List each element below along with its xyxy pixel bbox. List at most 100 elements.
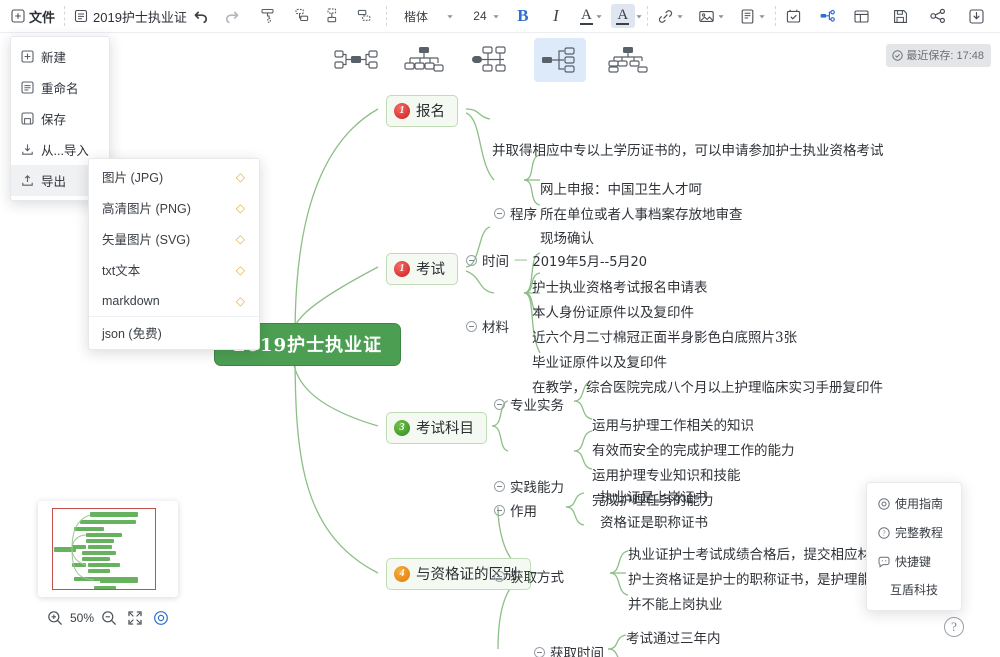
redo-button[interactable] bbox=[220, 4, 244, 28]
status-badge: 最近保存: 17:48 bbox=[886, 44, 991, 67]
collapse-toggle-icon[interactable] bbox=[494, 398, 505, 410]
mid-node-label: 作用 bbox=[510, 504, 537, 520]
leaf-node[interactable]: 有效而安全的完成护理工作的能力 bbox=[592, 439, 795, 459]
leaf-node[interactable]: 本人身份证原件以及复印件 bbox=[532, 301, 694, 321]
zoom-in-icon bbox=[47, 610, 63, 626]
document-name-button[interactable]: 2019护士执业证 bbox=[71, 4, 190, 28]
leaf-node[interactable]: 在教学，综合医院完成八个月以上护理临床实习手册复印件 bbox=[532, 376, 883, 396]
collapse-toggle-icon[interactable] bbox=[494, 570, 505, 582]
font-family-select[interactable]: 楷体 ▾ bbox=[393, 4, 455, 28]
task-button[interactable] bbox=[782, 4, 806, 28]
font-size-select[interactable]: 24 ▾ bbox=[467, 4, 501, 28]
collapse-toggle-icon[interactable] bbox=[466, 254, 477, 266]
export-item-markdown[interactable]: markdown ◇ bbox=[89, 285, 259, 316]
fit-screen-button[interactable] bbox=[124, 607, 146, 629]
italic-button[interactable]: I bbox=[544, 4, 568, 28]
highlight-color-button[interactable]: A bbox=[610, 4, 635, 28]
summary-frame-button[interactable] bbox=[850, 4, 874, 28]
minimap-viewport-frame[interactable] bbox=[52, 508, 156, 590]
file-menu-item-new[interactable]: 新建 bbox=[11, 41, 109, 72]
leaf-node[interactable]: 2019年5月--5月20 bbox=[533, 251, 648, 270]
file-menu-button[interactable]: 文件 bbox=[8, 4, 58, 28]
file-menu-item-save[interactable]: 保存 bbox=[11, 103, 109, 134]
toggle-minimap-button[interactable] bbox=[150, 607, 172, 629]
mid-node-zhuanyeshiwu[interactable]: 专业实务 bbox=[494, 394, 564, 414]
mid-node-shijiannengli[interactable]: 实践能力 bbox=[494, 476, 564, 496]
collapse-toggle-icon[interactable] bbox=[466, 320, 477, 332]
mid-node-zuoyong[interactable]: 作用 bbox=[494, 500, 537, 520]
leaf-node[interactable]: 网上申报：中国卫生人才呵 bbox=[540, 178, 702, 198]
download-button[interactable] bbox=[964, 4, 988, 28]
file-menu-item-rename[interactable]: 重命名 bbox=[11, 72, 109, 103]
chevron-down-icon: ▾ bbox=[596, 12, 602, 20]
collapse-toggle-icon[interactable] bbox=[494, 480, 505, 492]
mid-node-cailiao[interactable]: 材料 bbox=[466, 316, 509, 336]
mid-node-huoqufangshi[interactable]: 获取方式 bbox=[494, 566, 564, 586]
mindmap-app-window: 文件 2019护士执业证 楷体 ▾ 24 ▾ B I A ▾ A ▾ ▾ ▾ ▾… bbox=[0, 0, 1000, 657]
layout-org-chart-split-button[interactable] bbox=[602, 38, 654, 82]
collapse-toggle-icon[interactable] bbox=[494, 207, 505, 219]
help-label-tutorial: 完整教程 bbox=[895, 526, 944, 540]
export-item-png[interactable]: 高清图片 (PNG) ◇ bbox=[89, 192, 259, 223]
leaf-node[interactable]: 运用与护理工作相关的知识 bbox=[592, 414, 754, 434]
leaf-node[interactable]: 近六个月二寸棉冠正面半身影色白底照片3张 bbox=[532, 326, 797, 346]
leaf-node[interactable]: 运用护理专业知识和技能 bbox=[592, 464, 741, 484]
insert-link-button[interactable]: ▾ bbox=[654, 4, 685, 28]
help-fab-button[interactable]: ? bbox=[944, 617, 964, 637]
layout-tree-up-button[interactable] bbox=[466, 38, 518, 82]
chevron-down-icon: ▾ bbox=[759, 12, 765, 20]
branch-node-baoming[interactable]: 1 报名 bbox=[386, 95, 458, 127]
branch-node-kaoshikemu[interactable]: 3 考试科目 bbox=[386, 412, 487, 444]
status-badge-1: 1 bbox=[394, 260, 410, 277]
zoom-in-button[interactable] bbox=[44, 607, 66, 629]
leaf-node[interactable]: 并取得相应中专以上学历证书的，可以申请参加护士执业资格考试 bbox=[492, 139, 884, 159]
insert-image-button[interactable]: ▾ bbox=[695, 4, 726, 28]
help-brand-label[interactable]: 互盾科技 bbox=[867, 576, 961, 604]
font-color-button[interactable]: A ▾ bbox=[577, 4, 604, 28]
leaf-node[interactable]: 所在单位或者人事档案存放地审查 bbox=[540, 203, 743, 223]
export-item-svg[interactable]: 矢量图片 (SVG) ◇ bbox=[89, 223, 259, 254]
help-item-shortcuts[interactable]: 快捷键 bbox=[867, 547, 961, 576]
add-sibling-node-button[interactable] bbox=[288, 4, 312, 28]
add-child-node-icon bbox=[323, 7, 341, 25]
leaf-node[interactable]: 执业证是上岗证书 bbox=[600, 486, 708, 506]
file-menu-label: 文件 bbox=[29, 9, 56, 25]
leaf-node[interactable]: 并不能上岗执业 bbox=[628, 593, 723, 613]
layout-logic-right-button[interactable] bbox=[534, 38, 586, 82]
collapse-toggle-icon[interactable] bbox=[534, 646, 545, 657]
export-item-txt[interactable]: txt文本 ◇ bbox=[89, 254, 259, 285]
mid-node-label: 获取时间 bbox=[550, 646, 604, 657]
undo-button[interactable] bbox=[190, 4, 214, 28]
help-item-guide[interactable]: 使用指南 bbox=[867, 489, 961, 518]
format-painter-button[interactable] bbox=[256, 4, 280, 28]
plus-square-icon bbox=[11, 9, 25, 23]
leaf-node[interactable]: 现场确认 bbox=[540, 227, 594, 247]
main-toolbar: 文件 2019护士执业证 楷体 ▾ 24 ▾ B I A ▾ A ▾ ▾ ▾ ▾ bbox=[0, 0, 1000, 33]
relation-line-button[interactable] bbox=[816, 4, 840, 28]
mid-node-huoqushijian[interactable]: 获取时间 bbox=[534, 642, 604, 657]
collapse-toggle-icon[interactable] bbox=[494, 504, 505, 516]
mid-node-chengxu[interactable]: 程序 bbox=[494, 203, 537, 223]
save-button[interactable] bbox=[888, 4, 912, 28]
share-button[interactable] bbox=[926, 4, 950, 28]
leaf-node[interactable]: 资格证是职称证书 bbox=[600, 511, 708, 531]
help-item-tutorial[interactable]: ? 完整教程 bbox=[867, 518, 961, 547]
mid-node-shijian[interactable]: 时间 — 2019年5月--5月20 bbox=[466, 250, 647, 270]
layout-balanced-map-button[interactable] bbox=[330, 38, 382, 82]
layout-org-chart-down-button[interactable] bbox=[398, 38, 450, 82]
zoom-level[interactable]: 50% bbox=[70, 611, 94, 625]
add-child-node-button[interactable] bbox=[320, 4, 344, 28]
export-item-json[interactable]: json (免费) bbox=[89, 316, 259, 347]
minimap-preview[interactable] bbox=[38, 501, 178, 597]
task-calendar-icon bbox=[785, 8, 802, 25]
insert-note-button[interactable]: ▾ bbox=[736, 4, 767, 28]
leaf-node[interactable]: 护士执业资格考试报名申请表 bbox=[532, 276, 708, 296]
export-item-jpg[interactable]: 图片 (JPG) ◇ bbox=[89, 161, 259, 192]
leaf-node[interactable]: 毕业证原件以及复印件 bbox=[532, 351, 667, 371]
zoom-out-button[interactable] bbox=[98, 607, 120, 629]
bold-button[interactable]: B bbox=[511, 4, 535, 28]
add-free-node-button[interactable] bbox=[352, 4, 376, 28]
check-circle-icon bbox=[892, 49, 904, 61]
branch-node-kaoshi[interactable]: 1 考试 bbox=[386, 253, 458, 285]
leaf-node[interactable]: 考试通过三年内 bbox=[626, 627, 721, 647]
